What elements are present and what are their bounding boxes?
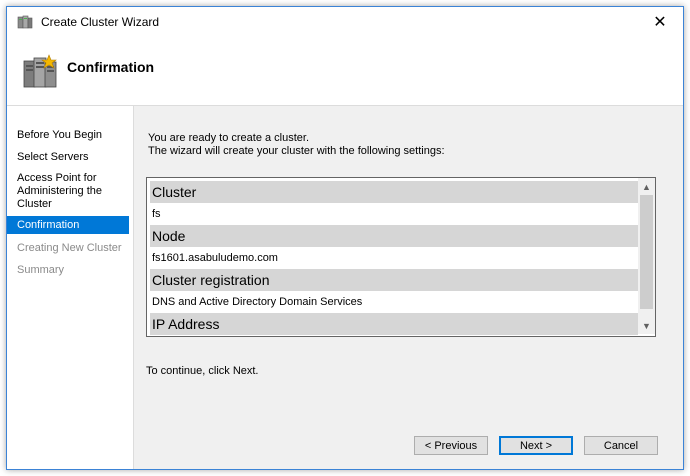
- cancel-button[interactable]: Cancel: [584, 436, 658, 455]
- nav-step-before-you-begin[interactable]: Before You Begin: [7, 129, 129, 143]
- scrollbar-thumb[interactable]: [640, 195, 653, 309]
- content-panel: You are ready to create a cluster. The w…: [134, 106, 683, 469]
- intro-line-2: The wizard will create your cluster with…: [148, 145, 445, 157]
- close-icon: ✕: [653, 14, 667, 31]
- page-title: Confirmation: [67, 59, 155, 75]
- close-button[interactable]: ✕: [637, 7, 683, 37]
- nav-step-access-point[interactable]: Access Point for Administering the Clust…: [7, 172, 129, 212]
- intro-line-1: You are ready to create a cluster.: [148, 132, 310, 144]
- nav-step-creating-new-cluster: Creating New Cluster: [17, 242, 122, 254]
- title-bar[interactable]: Create Cluster Wizard ✕: [7, 7, 683, 37]
- continue-instruction: To continue, click Next.: [146, 365, 259, 377]
- settings-heading-cluster-registration: Cluster registration: [150, 269, 638, 291]
- scroll-down-arrow-icon[interactable]: ▼: [638, 317, 655, 334]
- window-title: Create Cluster Wizard: [41, 15, 160, 29]
- cluster-servers-icon: [23, 54, 57, 88]
- previous-button[interactable]: < Previous: [414, 436, 488, 455]
- wizard-header: Confirmation: [7, 37, 683, 106]
- wizard-window: Create Cluster Wizard ✕ Confirmation Bef…: [6, 6, 684, 470]
- nav-step-confirmation[interactable]: Confirmation: [7, 216, 129, 234]
- settings-heading-ip-address: IP Address: [150, 313, 638, 335]
- settings-value-cluster-registration: DNS and Active Directory Domain Services: [152, 296, 363, 308]
- cluster-app-icon: [17, 15, 33, 29]
- settings-scrollbar[interactable]: ▲ ▼: [638, 178, 655, 334]
- settings-value-node: fs1601.asabuludemo.com: [152, 252, 278, 264]
- settings-value-cluster: fs: [152, 208, 161, 220]
- scroll-up-arrow-icon[interactable]: ▲: [638, 178, 655, 195]
- wizard-steps-nav: Before You Begin Select Servers Access P…: [7, 106, 134, 469]
- settings-list[interactable]: Cluster fs Node fs1601.asabuludemo.com C…: [146, 177, 656, 337]
- settings-heading-cluster: Cluster: [150, 181, 638, 203]
- settings-heading-node: Node: [150, 225, 638, 247]
- intro-text: You are ready to create a cluster. The w…: [148, 132, 445, 158]
- nav-step-select-servers[interactable]: Select Servers: [7, 151, 129, 165]
- next-button[interactable]: Next >: [499, 436, 573, 455]
- nav-step-summary: Summary: [17, 264, 65, 276]
